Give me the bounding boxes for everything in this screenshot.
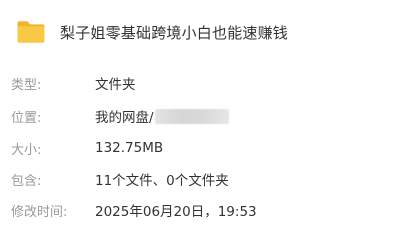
contains-label: 包含: xyxy=(11,173,42,189)
location-value[interactable]: 我的网盘/ xyxy=(95,106,154,126)
modified-label: 修改时间: xyxy=(11,204,68,220)
size-value: 132.75MB xyxy=(95,140,164,156)
property-row-location: 位置: 我的网盘/ xyxy=(11,106,229,126)
property-row-contains: 包含: 11个文件、0个文件夹 xyxy=(11,169,229,189)
folder-icon xyxy=(17,21,45,43)
property-row-size: 大小: 132.75MB xyxy=(11,138,163,158)
type-value: 文件夹 xyxy=(95,77,136,93)
type-label: 类型: xyxy=(11,77,42,93)
folder-header: 梨子姐零基础跨境小白也能速赚钱 xyxy=(16,17,288,47)
folder-name: 梨子姐零基础跨境小白也能速赚钱 xyxy=(60,23,289,42)
modified-value: 2025年06月20日，19:53 xyxy=(95,204,257,220)
property-row-modified: 修改时间: 2025年06月20日，19:53 xyxy=(11,200,257,220)
contains-value: 11个文件、0个文件夹 xyxy=(95,173,229,189)
redacted-path-block xyxy=(154,108,229,124)
location-label: 位置: xyxy=(11,110,42,126)
location-path[interactable]: 我的网盘/ xyxy=(95,106,229,126)
size-label: 大小: xyxy=(11,142,42,158)
property-row-type: 类型: 文件夹 xyxy=(11,73,136,93)
